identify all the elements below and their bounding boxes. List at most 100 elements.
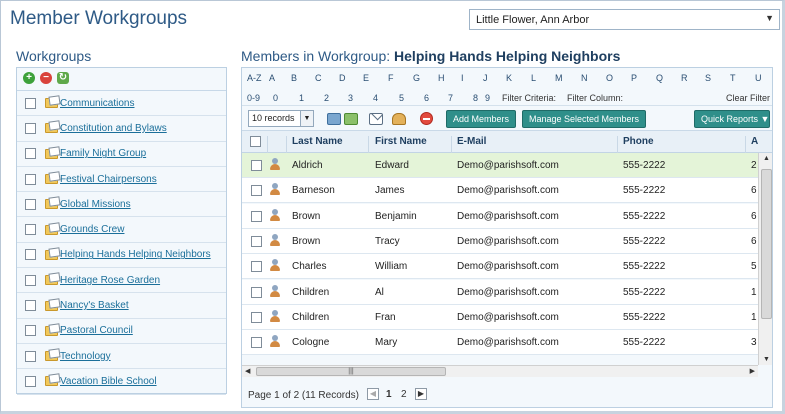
workgroup-link[interactable]: Communications (60, 98, 134, 109)
scroll-thumb[interactable]: ||| (256, 367, 446, 376)
workgroup-checkbox[interactable] (25, 325, 36, 337)
column-header-phone[interactable]: Phone (623, 136, 654, 147)
table-row[interactable]: Children Al Demo@parishsoft.com 555-2222 1 (242, 279, 758, 305)
alpha-filter-link[interactable]: L (531, 73, 536, 83)
row-checkbox[interactable] (251, 210, 262, 222)
prev-page-button[interactable]: ◀ (367, 388, 379, 400)
workgroup-link[interactable]: Vacation Bible School (60, 376, 157, 387)
table-row[interactable]: Brown Tracy Demo@parishsoft.com 555-2222 6 (242, 228, 758, 254)
workgroup-item[interactable]: Constitution and Bylaws (17, 116, 226, 142)
number-filter-link[interactable]: 8 (473, 93, 478, 103)
row-checkbox[interactable] (251, 286, 262, 298)
scroll-right-icon[interactable]: ▶ (750, 367, 755, 375)
workgroup-item[interactable]: Festival Chairpersons (17, 167, 226, 193)
table-row[interactable]: Brown Benjamin Demo@parishsoft.com 555-2222… (242, 203, 758, 229)
vertical-scrollbar[interactable]: ▲ ▼ (758, 153, 772, 365)
alpha-filter-link[interactable]: B (291, 73, 297, 83)
column-header-first-name[interactable]: First Name (375, 136, 427, 147)
number-filter-link[interactable]: 0-9 (247, 93, 260, 103)
workgroup-item[interactable]: Helping Hands Helping Neighbors (17, 243, 226, 269)
workgroup-link[interactable]: Grounds Crew (60, 224, 124, 235)
workgroup-link[interactable]: Nancy's Basket (60, 300, 129, 311)
alpha-filter-link[interactable]: I (461, 73, 464, 83)
workgroup-checkbox[interactable] (25, 224, 36, 236)
workgroup-link[interactable]: Heritage Rose Garden (60, 275, 160, 286)
workgroup-checkbox[interactable] (25, 375, 36, 387)
number-filter-link[interactable]: 7 (448, 93, 453, 103)
alpha-filter-link[interactable]: S (705, 73, 711, 83)
email-icon[interactable] (369, 113, 383, 125)
workgroup-item[interactable]: Heritage Rose Garden (17, 268, 226, 294)
next-page-button[interactable]: ▶ (415, 388, 427, 400)
page-2-link[interactable]: 2 (401, 389, 407, 400)
workgroup-item[interactable]: Technology (17, 344, 226, 370)
workgroup-checkbox[interactable] (25, 148, 36, 160)
alpha-filter-link[interactable]: R (681, 73, 688, 83)
alpha-filter-link[interactable]: A (269, 73, 275, 83)
workgroup-checkbox[interactable] (25, 350, 36, 362)
scroll-thumb[interactable] (761, 169, 772, 319)
number-filter-link[interactable]: 6 (424, 93, 429, 103)
alpha-filter-link[interactable]: M (555, 73, 563, 83)
scroll-up-icon[interactable]: ▲ (763, 155, 770, 162)
workgroup-checkbox[interactable] (25, 300, 36, 312)
workgroup-item[interactable]: Family Night Group (17, 142, 226, 167)
row-checkbox[interactable] (251, 311, 262, 323)
scroll-down-icon[interactable]: ▼ (763, 356, 770, 363)
select-all-checkbox[interactable] (250, 136, 261, 147)
number-filter-link[interactable]: 0 (273, 93, 278, 103)
alpha-filter-link[interactable]: Q (656, 73, 663, 83)
alpha-filter-link[interactable]: E (363, 73, 369, 83)
table-row[interactable]: Barneson James Demo@parishsoft.com 555-2222… (242, 178, 758, 204)
workgroup-link[interactable]: Helping Hands Helping Neighbors (60, 249, 211, 260)
table-row[interactable]: Cologne Mary Demo@parishsoft.com 555-2222 3 (242, 330, 758, 356)
table-row[interactable]: Aldrich Edward Demo@parishsoft.com 555-2222… (242, 153, 758, 178)
column-header-email[interactable]: E-Mail (457, 136, 486, 147)
table-row[interactable]: Charles William Demo@parishsoft.com 555-222… (242, 254, 758, 280)
alpha-filter-link[interactable]: F (388, 73, 394, 83)
workgroup-link[interactable]: Festival Chairpersons (60, 174, 157, 185)
row-checkbox[interactable] (251, 337, 262, 349)
alpha-filter-link[interactable]: T (730, 73, 736, 83)
number-filter-link[interactable]: 9 (485, 93, 490, 103)
add-members-button[interactable]: Add Members (446, 110, 517, 128)
alpha-filter-link[interactable]: P (631, 73, 637, 83)
grid-view-icon[interactable] (327, 113, 341, 125)
number-filter-link[interactable]: 2 (324, 93, 329, 103)
scroll-left-icon[interactable]: ◀ (245, 367, 250, 375)
remove-member-icon[interactable] (420, 112, 433, 125)
remove-icon[interactable]: − (40, 72, 52, 84)
workgroup-item[interactable]: Vacation Bible School (17, 369, 226, 395)
alpha-filter-link[interactable]: H (438, 73, 445, 83)
alpha-filter-link[interactable]: C (315, 73, 322, 83)
workgroup-checkbox[interactable] (25, 173, 36, 185)
row-checkbox[interactable] (251, 185, 262, 197)
refresh-icon[interactable]: ↻ (57, 72, 69, 84)
column-header-last-name[interactable]: Last Name (292, 136, 343, 147)
number-filter-link[interactable]: 3 (348, 93, 353, 103)
clear-filter-link[interactable]: Clear Filter (726, 93, 770, 103)
workgroup-link[interactable]: Family Night Group (60, 148, 146, 159)
number-filter-link[interactable]: 4 (373, 93, 378, 103)
alpha-filter-link[interactable]: U (755, 73, 762, 83)
table-row[interactable]: Children Fran Demo@parishsoft.com 555-2222 1 (242, 304, 758, 330)
workgroup-checkbox[interactable] (25, 249, 36, 261)
workgroup-item[interactable]: Global Missions (17, 192, 226, 218)
column-header-extra[interactable]: A (751, 136, 758, 147)
alpha-filter-link[interactable]: D (339, 73, 346, 83)
records-per-page-select[interactable]: 10 records ▼ (248, 110, 314, 127)
alpha-filter-link[interactable]: J (483, 73, 488, 83)
workgroup-item[interactable]: Grounds Crew (17, 217, 226, 243)
number-filter-link[interactable]: 1 (299, 93, 304, 103)
manage-selected-members-button[interactable]: Manage Selected Members (522, 110, 647, 128)
workgroup-link[interactable]: Constitution and Bylaws (60, 123, 167, 134)
number-filter-link[interactable]: 5 (399, 93, 404, 103)
people-icon[interactable] (392, 113, 406, 125)
row-checkbox[interactable] (251, 235, 262, 247)
export-icon[interactable] (344, 113, 358, 125)
alpha-filter-link[interactable]: A-Z (247, 73, 262, 83)
parish-select[interactable]: Little Flower, Ann Arbor ▼ (469, 9, 780, 30)
workgroup-checkbox[interactable] (25, 198, 36, 210)
workgroup-link[interactable]: Pastoral Council (60, 325, 133, 336)
workgroup-checkbox[interactable] (25, 122, 36, 134)
